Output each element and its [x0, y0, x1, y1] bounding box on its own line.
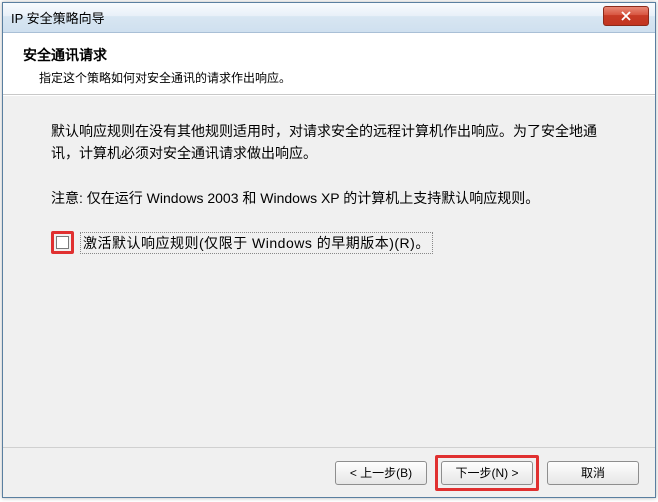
- header-title: 安全通讯请求: [23, 45, 635, 65]
- wizard-header: 安全通讯请求 指定这个策略如何对安全通讯的请求作出响应。: [3, 33, 655, 95]
- checkbox-row: 激活默认响应规则(仅限于 Windows 的早期版本)(R)。: [51, 231, 607, 254]
- wizard-window: IP 安全策略向导 安全通讯请求 指定这个策略如何对安全通讯的请求作出响应。 默…: [2, 2, 656, 498]
- titlebar: IP 安全策略向导: [3, 3, 655, 33]
- checkbox-label[interactable]: 激活默认响应规则(仅限于 Windows 的早期版本)(R)。: [80, 232, 433, 254]
- wizard-content: 默认响应规则在没有其他规则适用时，对请求安全的远程计算机作出响应。为了安全地通讯…: [3, 96, 655, 448]
- back-button[interactable]: < 上一步(B): [335, 461, 427, 485]
- content-paragraph-2: 注意: 仅在运行 Windows 2003 和 Windows XP 的计算机上…: [51, 187, 607, 209]
- content-paragraph-1: 默认响应规则在没有其他规则适用时，对请求安全的远程计算机作出响应。为了安全地通讯…: [51, 120, 607, 165]
- cancel-button[interactable]: 取消: [547, 461, 639, 485]
- button-bar: < 上一步(B) 下一步(N) > 取消: [3, 447, 655, 497]
- close-button[interactable]: [603, 6, 649, 26]
- close-icon: [620, 11, 632, 21]
- window-title: IP 安全策略向导: [11, 8, 105, 27]
- activate-default-rule-checkbox[interactable]: [56, 236, 69, 249]
- checkbox-highlight: [51, 231, 74, 254]
- next-button[interactable]: 下一步(N) >: [441, 461, 533, 485]
- next-button-highlight: 下一步(N) >: [435, 455, 539, 491]
- header-subtitle: 指定这个策略如何对安全通讯的请求作出响应。: [23, 69, 635, 86]
